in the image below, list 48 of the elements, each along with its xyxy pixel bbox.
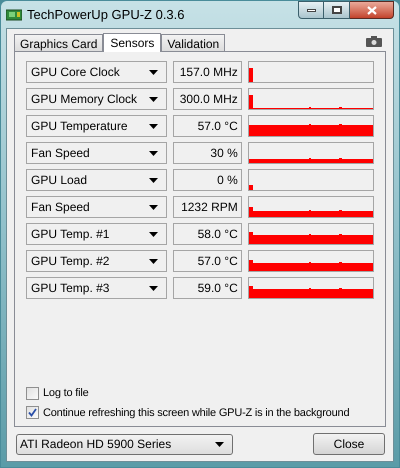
tab[interactable]: Validation [161,34,226,51]
sensor-select[interactable]: GPU Temp. #2 [26,250,168,272]
sensor-value: 57.0 °C [173,115,242,137]
sparkline [248,185,253,190]
sensor-select[interactable]: Fan Speed [26,142,168,164]
caret-icon [149,124,158,128]
sensor-value: 30 % [173,142,242,164]
sensor-value: 0 % [173,169,242,191]
close-icon [366,6,376,14]
sensor-select[interactable]: GPU Temperature [26,115,168,137]
camera-icon[interactable] [366,36,382,47]
checkbox-label: Log to file [43,386,89,401]
sensor-select[interactable]: Fan Speed [26,196,168,218]
caret-icon [149,178,158,182]
minimize-icon [306,8,316,12]
app-icon [6,8,22,20]
caret-icon [215,442,224,446]
caret-icon [149,258,158,264]
caret-icon [149,286,158,290]
close-dialog-button[interactable]: Close [313,433,385,455]
maximize-button[interactable] [324,1,350,19]
checkbox-label: Continue refreshing this screen while GPU-Z is in the background [43,406,350,420]
close-button[interactable] [350,1,394,19]
caret-icon [149,204,158,210]
sensor-value: 59.0 °C [173,277,242,299]
sensor-select[interactable]: GPU Memory Clock [26,88,168,110]
sensor-value: 58.0 °C [173,223,242,245]
caret-icon [149,150,158,156]
maximize-icon [332,6,342,14]
window-title: TechPowerUp GPU-Z 0.3.6 [27,6,186,24]
sensor-select[interactable]: GPU Load [26,169,168,191]
sensor-value: 157.0 MHz [173,61,242,83]
sparkline [248,68,253,82]
caret-icon [149,232,158,236]
sensor-select[interactable]: GPU Temp. #3 [26,277,168,299]
sensor-value: 300.0 MHz [173,88,242,110]
checkbox[interactable] [26,386,39,400]
sensor-select[interactable]: GPU Temp. #1 [26,223,168,245]
minimize-button[interactable] [298,1,324,19]
checkbox[interactable] [26,406,39,420]
caret-icon [149,96,158,102]
sensor-select[interactable]: GPU Core Clock [26,61,168,83]
sensor-value: 57.0 °C [173,250,242,272]
tab[interactable]: Graphics Card [14,34,104,51]
caret-icon [149,70,158,74]
tab[interactable]: Sensors [103,33,162,52]
card-select[interactable]: ATI Radeon HD 5900 Series [16,434,233,454]
sensor-value: 1232 RPM [173,196,242,218]
